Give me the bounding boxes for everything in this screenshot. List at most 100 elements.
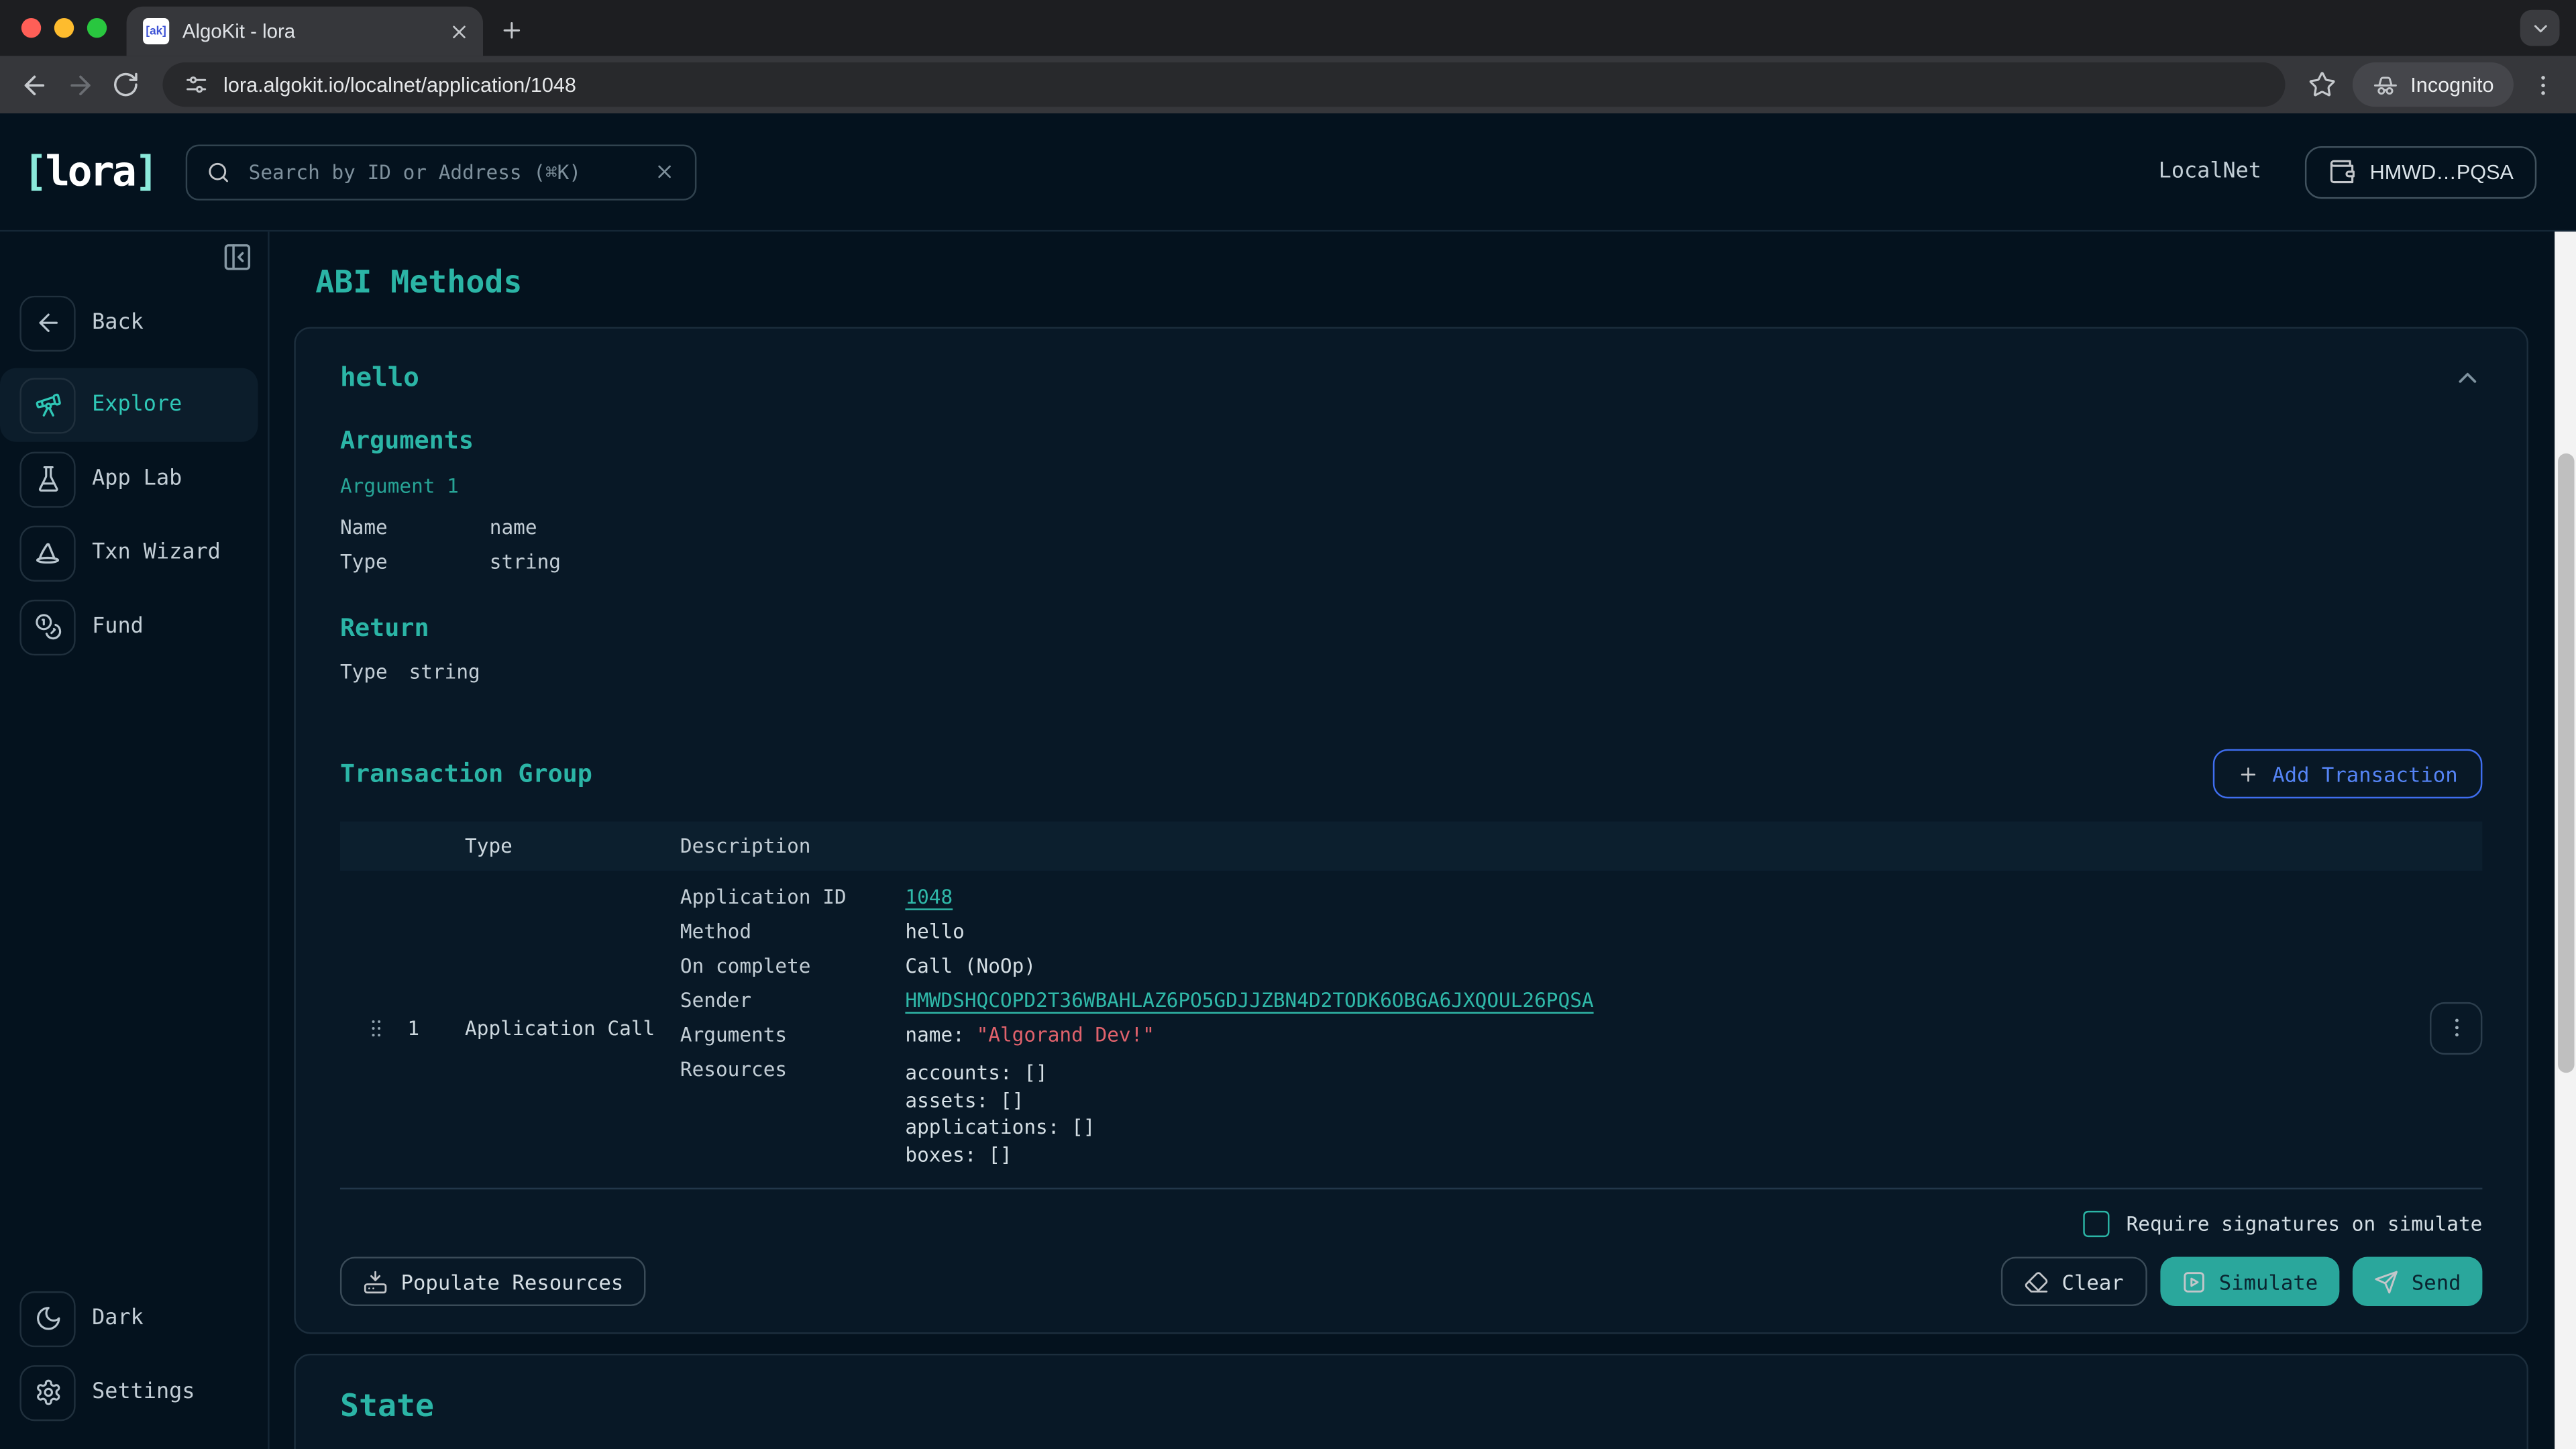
download-icon bbox=[363, 1269, 388, 1294]
resource-accounts: accounts: [] bbox=[905, 1060, 1095, 1087]
sidebar-item-label: App Lab bbox=[92, 467, 182, 492]
row-type: Application Call bbox=[465, 887, 680, 1168]
argument-name: name: bbox=[905, 1024, 976, 1046]
arg-row-value: name bbox=[490, 511, 537, 545]
arg-row-label: Name bbox=[340, 511, 490, 545]
field-method: Method hello bbox=[680, 922, 2410, 943]
field-application-id: Application ID 1048 bbox=[680, 887, 2410, 908]
arg-row-label: Type bbox=[340, 545, 490, 580]
sidebar-item-app-lab[interactable]: App Lab bbox=[0, 442, 258, 516]
method-accordion-header[interactable]: hello bbox=[340, 362, 2482, 393]
wizard-hat-icon bbox=[19, 525, 75, 580]
transaction-group-title: Transaction Group bbox=[340, 759, 592, 788]
wallet-address: HMWD…PQSA bbox=[2370, 160, 2514, 183]
close-window-button[interactable] bbox=[21, 18, 41, 38]
main-content: ABI Methods hello Arguments Argument 1 N… bbox=[270, 231, 2576, 1449]
send-button[interactable]: Send bbox=[2353, 1256, 2483, 1305]
clear-button[interactable]: Clear bbox=[2001, 1256, 2147, 1305]
state-card: State Global Box bbox=[294, 1354, 2528, 1449]
field-on-complete: On complete Call (NoOp) bbox=[680, 956, 2410, 977]
wallet-icon bbox=[2327, 158, 2355, 186]
incognito-badge: Incognito bbox=[2353, 62, 2514, 107]
resource-assets: assets: [] bbox=[905, 1087, 1095, 1114]
require-signatures-label: Require signatures on simulate bbox=[2127, 1212, 2483, 1235]
abi-method-card: hello Arguments Argument 1 Name name Typ… bbox=[294, 327, 2528, 1334]
table-row[interactable]: 1 Application Call Application ID 1048 M… bbox=[340, 871, 2482, 1189]
transaction-table: Type Description 1 Application Call bbox=[340, 821, 2482, 1189]
scrollbar-thumb[interactable] bbox=[2557, 453, 2573, 1073]
browser-chrome: [ak] AlgoKit - lora bbox=[0, 0, 2576, 113]
column-header-type: Type bbox=[465, 835, 680, 857]
eraser-icon bbox=[2024, 1269, 2049, 1294]
tab-close-icon[interactable] bbox=[449, 21, 470, 42]
argument-string-value: "Algorand Dev!" bbox=[977, 1024, 1155, 1046]
wallet-button[interactable]: HMWD…PQSA bbox=[2304, 146, 2537, 198]
browser-toolbar: lora.algokit.io/localnet/application/104… bbox=[0, 56, 2576, 113]
field-sender: Sender HMWDSHQCOPD2T36WBAHLAZ6PO5GDJJZBN… bbox=[680, 991, 2410, 1012]
table-header-row: Type Description bbox=[340, 821, 2482, 870]
page-title: ABI Methods bbox=[315, 264, 2528, 301]
populate-resources-button[interactable]: Populate Resources bbox=[340, 1256, 647, 1305]
search-box[interactable] bbox=[186, 144, 698, 199]
resource-applications: applications: [] bbox=[905, 1114, 1095, 1140]
browser-menu-icon[interactable] bbox=[2530, 72, 2556, 98]
sidebar-item-theme-dark[interactable]: Dark bbox=[0, 1281, 258, 1355]
sender-address-link[interactable]: HMWDSHQCOPD2T36WBAHLAZ6PO5GDJJZBN4D2TODK… bbox=[905, 991, 1593, 1012]
field-resources: Resources accounts: [] assets: [] applic… bbox=[680, 1060, 2410, 1169]
sidebar-item-label: Txn Wizard bbox=[92, 541, 221, 566]
tab-search-button[interactable] bbox=[2520, 10, 2560, 46]
row-index: 1 bbox=[407, 887, 465, 1168]
telescope-icon bbox=[19, 377, 75, 433]
arg-row-value: string bbox=[490, 545, 561, 580]
bookmark-star-icon[interactable] bbox=[2308, 70, 2337, 99]
drag-handle-icon[interactable] bbox=[340, 887, 407, 1168]
page-scrollbar[interactable] bbox=[2555, 231, 2576, 1449]
add-transaction-button[interactable]: Add Transaction bbox=[2213, 749, 2482, 798]
method-name: hello bbox=[340, 362, 419, 393]
return-value: string bbox=[409, 655, 480, 690]
argument-type-row: Type string bbox=[340, 545, 2482, 580]
state-title: State bbox=[340, 1388, 2504, 1424]
reload-icon[interactable] bbox=[112, 70, 140, 99]
sidebar-item-settings[interactable]: Settings bbox=[0, 1355, 258, 1429]
flask-icon bbox=[19, 451, 75, 506]
sidebar-item-fund[interactable]: Fund bbox=[0, 590, 258, 663]
browser-tab[interactable]: [ak] AlgoKit - lora bbox=[127, 7, 483, 56]
tab-strip: [ak] AlgoKit - lora bbox=[0, 0, 2576, 56]
sidebar-collapse-icon[interactable] bbox=[222, 241, 254, 273]
sidebar-item-label: Back bbox=[92, 311, 144, 335]
chevron-up-icon[interactable] bbox=[2453, 362, 2482, 392]
window-controls[interactable] bbox=[21, 18, 107, 38]
search-icon bbox=[207, 160, 230, 183]
search-input[interactable] bbox=[246, 158, 640, 184]
column-header-description: Description bbox=[680, 835, 2483, 857]
sidebar-item-label: Explore bbox=[92, 392, 182, 417]
maximize-window-button[interactable] bbox=[87, 18, 107, 38]
application-id-link[interactable]: 1048 bbox=[905, 887, 953, 908]
search-clear-icon[interactable] bbox=[655, 161, 676, 182]
gear-icon bbox=[19, 1364, 75, 1420]
url-bar[interactable]: lora.algokit.io/localnet/application/104… bbox=[162, 62, 2286, 107]
lora-logo[interactable]: [lora] bbox=[23, 148, 156, 195]
sidebar-item-explore[interactable]: Explore bbox=[0, 368, 258, 442]
sidebar-item-label: Fund bbox=[92, 614, 144, 639]
new-tab-button[interactable] bbox=[499, 18, 524, 43]
arguments-title: Arguments bbox=[340, 425, 2482, 455]
minimize-window-button[interactable] bbox=[54, 18, 74, 38]
forward-nav-icon bbox=[66, 70, 95, 99]
require-signatures-checkbox[interactable] bbox=[2084, 1211, 2110, 1237]
sidebar-item-back[interactable]: Back bbox=[0, 286, 258, 360]
sidebar-item-label: Dark bbox=[92, 1306, 144, 1331]
back-nav-icon[interactable] bbox=[19, 70, 49, 99]
network-label[interactable]: LocalNet bbox=[2159, 160, 2261, 184]
simulate-button[interactable]: Simulate bbox=[2160, 1256, 2339, 1305]
incognito-icon bbox=[2373, 72, 2399, 98]
argument-1-label: Argument 1 bbox=[340, 475, 2482, 498]
site-settings-icon[interactable] bbox=[184, 72, 209, 97]
lora-app: [lora] LocalNet HMWD…PQSA bbox=[0, 113, 2576, 1449]
moon-icon bbox=[19, 1291, 75, 1346]
row-menu-button[interactable] bbox=[2430, 1002, 2482, 1054]
sidebar-item-txn-wizard[interactable]: Txn Wizard bbox=[0, 516, 258, 590]
plus-icon bbox=[2238, 763, 2259, 785]
app-header: [lora] LocalNet HMWD…PQSA bbox=[0, 113, 2576, 231]
